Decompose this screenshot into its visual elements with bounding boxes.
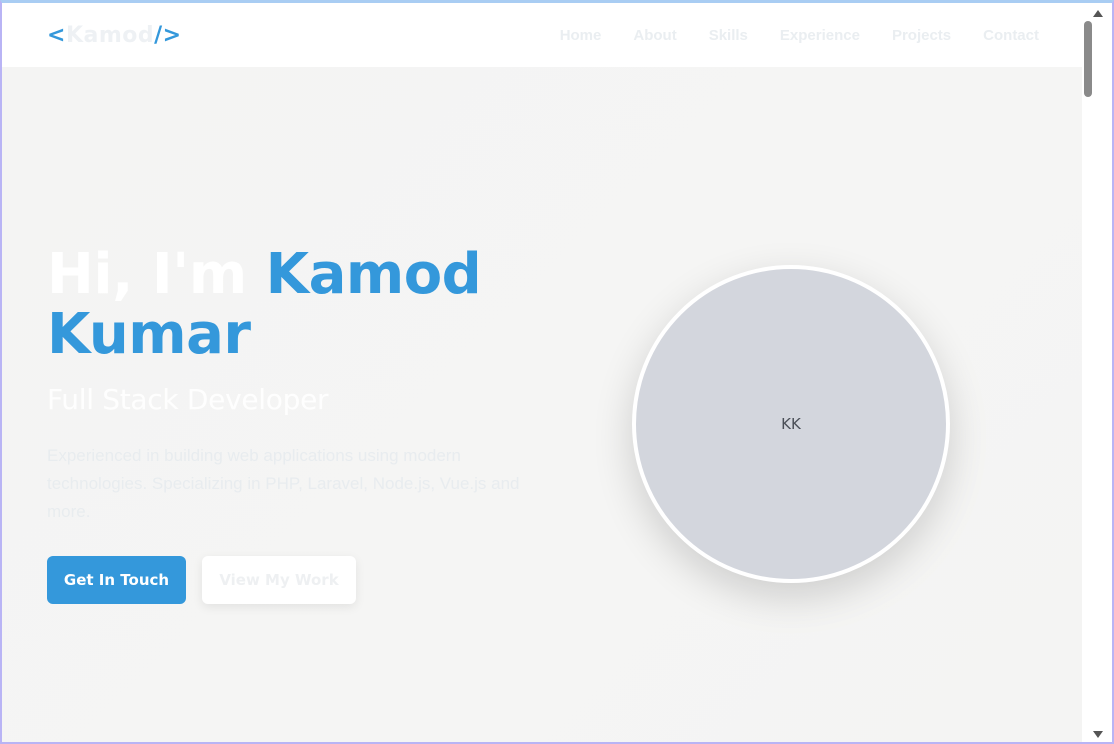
navbar: <Kamod/> Home About Skills Experience Pr… xyxy=(2,3,1082,67)
nav-link-home[interactable]: Home xyxy=(560,27,602,44)
hero-title-prefix: Hi, I'm xyxy=(47,242,266,307)
hero-text: Hi, I'm Kamod Kumar Full Stack Developer … xyxy=(47,245,567,526)
view-my-work-button[interactable]: View My Work xyxy=(202,556,356,604)
browser-window: <Kamod/> Home About Skills Experience Pr… xyxy=(0,0,1114,744)
nav-link-contact[interactable]: Contact xyxy=(983,27,1039,44)
scrollbar-thumb[interactable] xyxy=(1084,21,1092,97)
site-logo[interactable]: <Kamod/> xyxy=(47,23,182,48)
page-viewport: <Kamod/> Home About Skills Experience Pr… xyxy=(2,3,1082,742)
vertical-scrollbar[interactable] xyxy=(1082,3,1112,742)
hero-description: Experienced in building web applications… xyxy=(47,446,520,521)
hero-title-name-last: Kumar xyxy=(47,302,251,367)
get-in-touch-button[interactable]: Get In Touch xyxy=(47,556,186,604)
logo-open-bracket: < xyxy=(47,23,66,48)
triangle-down-icon[interactable] xyxy=(1082,726,1112,742)
logo-close-bracket: /> xyxy=(154,23,182,48)
hero-title-name-first: Kamod xyxy=(265,242,482,307)
logo-name: Kamod xyxy=(65,23,155,48)
nav-links: Home About Skills Experience Projects Co… xyxy=(528,27,1039,44)
avatar-initials: KK xyxy=(781,415,801,433)
nav-link-experience[interactable]: Experience xyxy=(780,27,860,44)
nav-link-projects[interactable]: Projects xyxy=(892,27,951,44)
hero-title: Hi, I'm Kamod Kumar xyxy=(47,245,567,365)
triangle-up-icon[interactable] xyxy=(1082,5,1112,21)
hero-subtitle: Full Stack Developer xyxy=(47,383,329,416)
avatar: KK xyxy=(632,265,950,583)
nav-link-skills[interactable]: Skills xyxy=(709,27,748,44)
hero-buttons: Get In Touch View My Work xyxy=(47,556,356,604)
nav-link-about[interactable]: About xyxy=(633,27,676,44)
